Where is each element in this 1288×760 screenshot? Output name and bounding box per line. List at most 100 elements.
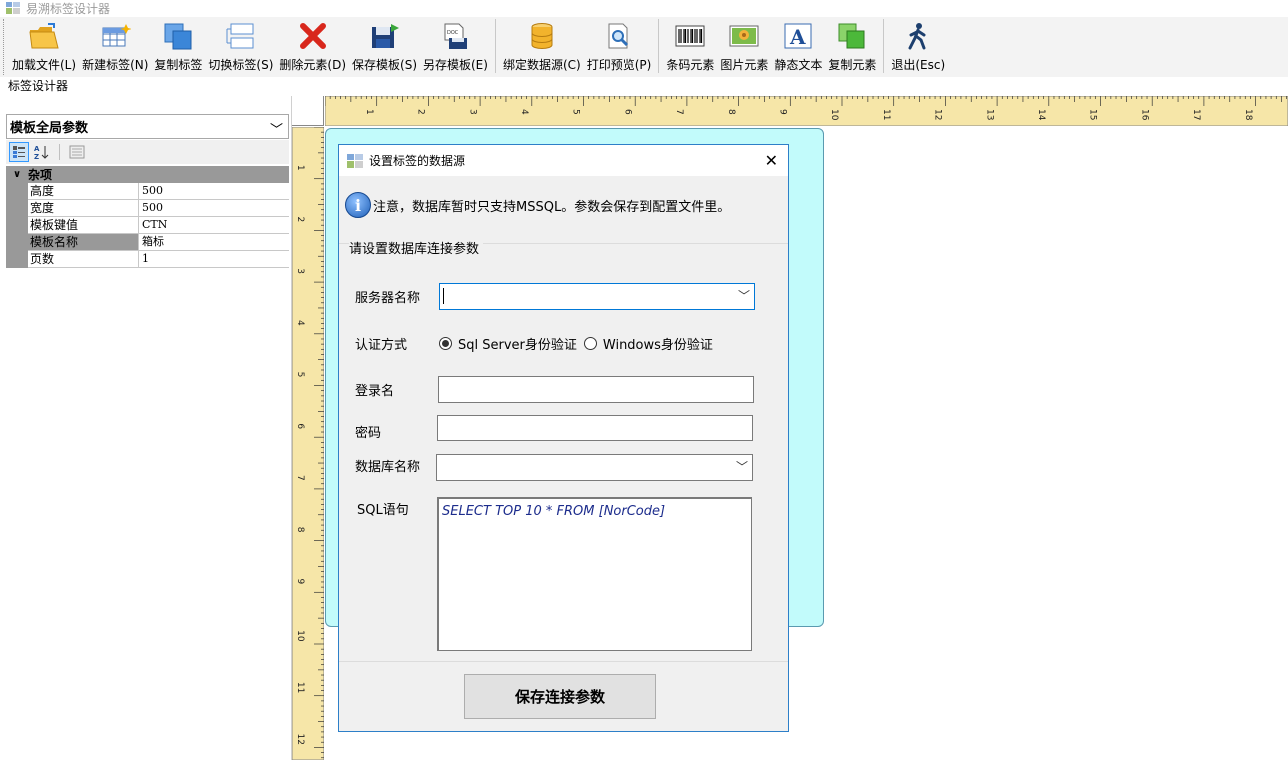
ruler-label: 7 — [295, 475, 305, 481]
ruler-label: 5 — [571, 109, 581, 115]
save-connection-button[interactable]: 保存连接参数 — [464, 674, 656, 719]
ruler-label: 11 — [881, 109, 891, 120]
save-as-icon: DOC — [438, 17, 472, 55]
property-category[interactable]: ∨ 杂项 — [6, 166, 289, 183]
ruler-label: 4 — [295, 320, 305, 326]
svg-text:Z: Z — [34, 153, 39, 160]
property-name: 模板名称 — [28, 234, 139, 251]
auth-label: 认证方式 — [355, 338, 408, 353]
window-title: 易溯标签设计器 — [26, 1, 111, 16]
barcode-icon — [673, 17, 707, 55]
object-select[interactable]: 模板全局参数 ﹀ — [6, 114, 289, 139]
copy-label-icon — [161, 17, 195, 55]
panel-caption: 标签设计器 — [8, 79, 69, 93]
info-icon: i — [345, 192, 371, 218]
property-row[interactable]: 高度 500 — [6, 183, 289, 200]
property-name: 高度 — [28, 183, 139, 200]
exit-button[interactable]: 退出(Esc) — [888, 17, 948, 75]
new-label-button[interactable]: 新建标签(N) — [79, 17, 151, 75]
sql-label: SQL语句 — [357, 503, 409, 518]
property-value[interactable]: 箱标 — [139, 234, 289, 251]
chevron-down-icon: ﹀ — [737, 289, 750, 303]
ruler-label: 10 — [295, 630, 305, 642]
load-file-button[interactable]: 加载文件(L) — [9, 17, 79, 75]
property-grid-toolbar: AZ — [6, 140, 289, 164]
categorized-view-button[interactable] — [9, 142, 29, 162]
collapse-icon[interactable]: ∨ — [6, 169, 28, 180]
password-input[interactable] — [437, 415, 753, 441]
delete-element-button[interactable]: 删除元素(D) — [276, 17, 349, 75]
ruler-label: 11 — [295, 682, 305, 693]
copy-label-button[interactable]: 复制标签 — [151, 17, 205, 75]
alphabetical-view-button[interactable]: AZ — [32, 142, 52, 162]
bind-datasource-button[interactable]: 绑定数据源(C) — [500, 17, 584, 75]
image-element-button[interactable]: 图片元素 — [717, 17, 771, 75]
app-icon — [6, 2, 20, 14]
text-icon: A — [781, 17, 815, 55]
categorized-icon — [13, 146, 25, 158]
ruler-label: 8 — [726, 109, 736, 115]
server-label: 服务器名称 — [355, 291, 421, 306]
property-row[interactable]: 模板键值 CTN — [6, 217, 289, 234]
sort-alpha-icon: AZ — [34, 145, 49, 160]
property-pages-icon — [69, 145, 85, 159]
property-value[interactable]: 500 — [139, 183, 289, 200]
ruler-label: 13 — [984, 109, 994, 120]
property-row[interactable]: 宽度 500 — [6, 200, 289, 217]
ruler-label: 1 — [364, 109, 374, 115]
password-label: 密码 — [355, 426, 382, 441]
dbname-combo[interactable]: ﹀ — [436, 454, 753, 481]
database-icon — [525, 17, 559, 55]
property-row[interactable]: 页数 1 — [6, 251, 289, 268]
sql-textarea[interactable]: SELECT TOP 10 * FROM [NorCode] — [437, 497, 752, 651]
property-pages-button[interactable] — [67, 142, 87, 162]
barcode-element-button[interactable]: 条码元素 — [663, 17, 717, 75]
auth-options: Sql Server身份验证 Windows身份验证 — [439, 334, 713, 353]
ruler-label: 6 — [622, 109, 632, 115]
toolbar-separator — [883, 19, 885, 73]
save-template-button[interactable]: 保存模板(S) — [349, 17, 420, 75]
ruler-label: 17 — [1191, 109, 1201, 120]
folder-open-icon — [27, 17, 61, 55]
copy-element-button[interactable]: 复制元素 — [825, 17, 879, 75]
property-row-selected[interactable]: 模板名称 箱标 — [6, 234, 289, 251]
property-value[interactable]: 1 — [139, 251, 289, 268]
toolbar-grip[interactable] — [3, 19, 6, 75]
property-value[interactable]: CTN — [139, 217, 289, 234]
save-as-template-button[interactable]: DOC 另存模板(E) — [420, 17, 491, 75]
dialog-title: 设置标签的数据源 — [369, 154, 466, 168]
radio-sql-auth[interactable] — [439, 337, 452, 350]
divider — [339, 661, 788, 662]
print-preview-button[interactable]: 打印预览(P) — [584, 17, 655, 75]
login-input[interactable] — [438, 376, 754, 403]
dialog-title-bar[interactable]: 设置标签的数据源 ✕ — [339, 145, 788, 176]
radio-windows-auth-label[interactable]: Windows身份验证 — [603, 334, 713, 353]
vertical-ruler: 123456789101112 — [292, 127, 324, 760]
server-combo[interactable]: ﹀ — [439, 283, 755, 310]
radio-windows-auth[interactable] — [583, 337, 597, 350]
property-name: 页数 — [28, 251, 139, 268]
ruler-label: 10 — [829, 109, 839, 121]
static-text-button[interactable]: A 静态文本 — [771, 17, 825, 75]
ruler-label: 8 — [295, 527, 305, 533]
ruler-label: 2 — [416, 109, 426, 115]
ruler-label: 14 — [1036, 109, 1046, 121]
chevron-down-icon: ﹀ — [269, 123, 283, 138]
ruler-label: 9 — [777, 109, 787, 115]
svg-text:A: A — [789, 25, 806, 49]
ruler-label: 5 — [295, 372, 305, 378]
horizontal-ruler: 1 2 3 4 5 6 7 8 9 10 11 12 13 14 15 16 17 18 — [325, 96, 1288, 126]
chevron-down-icon: ﹀ — [735, 460, 748, 474]
image-icon — [727, 17, 761, 55]
ruler-label: 2 — [295, 217, 305, 223]
radio-sql-auth-label[interactable]: Sql Server身份验证 — [458, 334, 577, 353]
dbname-label: 数据库名称 — [355, 460, 421, 475]
close-icon[interactable]: ✕ — [765, 151, 778, 170]
ruler-label: 7 — [674, 109, 684, 115]
print-preview-icon — [602, 17, 636, 55]
object-select-value: 模板全局参数 — [10, 121, 89, 136]
switch-label-button[interactable]: 切换标签(S) — [205, 17, 276, 75]
property-panel: 模板全局参数 ﹀ AZ ∨ 杂项 高度 500 宽度 500 模板键值 CTN … — [0, 96, 292, 760]
property-value[interactable]: 500 — [139, 200, 289, 217]
ruler-label: 3 — [295, 268, 305, 274]
